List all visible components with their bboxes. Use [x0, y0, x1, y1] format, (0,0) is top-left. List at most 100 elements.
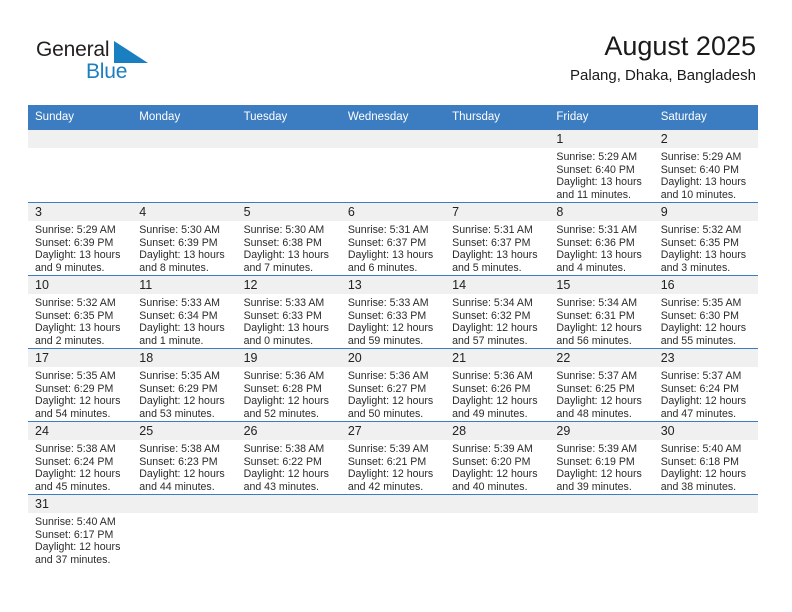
day-cell[interactable]: 13 Sunrise: 5:33 AM Sunset: 6:33 PM Dayligh… — [340, 276, 446, 348]
daylight-duration-line2: and 44 minutes. — [139, 480, 215, 493]
daylight-duration-line1: Daylight: 13 hours — [139, 322, 225, 335]
calendar-cell-day-21: 21 Sunrise: 5:36 AM Sunset: 6:26 PM Dayligh… — [445, 348, 550, 422]
day-cell[interactable]: 21 Sunrise: 5:36 AM Sunset: 6:26 PM Dayligh… — [445, 349, 550, 421]
day-cell[interactable]: 19 Sunrise: 5:36 AM Sunset: 6:28 PM Dayligh… — [236, 349, 341, 421]
sunrise-time: Sunrise: 5:29 AM — [556, 151, 638, 163]
logo-text-blue: Blue — [86, 60, 128, 83]
day-sun-info: Sunrise: 5:34 AM Sunset: 6:31 PM Daylight:… — [549, 294, 653, 347]
day-cell[interactable]: 9 Sunrise: 5:32 AM Sunset: 6:35 PM Daylight… — [653, 203, 758, 275]
day-cell[interactable]: 17 Sunrise: 5:35 AM Sunset: 6:29 PM Dayligh… — [28, 349, 133, 421]
day-cell[interactable]: 5 Sunrise: 5:30 AM Sunset: 6:38 PM Daylight… — [236, 203, 341, 275]
daylight-duration-line2: and 45 minutes. — [35, 480, 111, 493]
daylight-duration-line2: and 38 minutes. — [660, 480, 737, 493]
day-number: 18 — [132, 349, 237, 367]
day-number: 22 — [549, 349, 654, 367]
calendar-cell-day-29: 29 Sunrise: 5:39 AM Sunset: 6:19 PM Dayligh… — [549, 421, 654, 495]
day-sun-info: Sunrise: 5:33 AM Sunset: 6:33 PM Daylight:… — [237, 294, 341, 347]
day-cell[interactable]: 6 Sunrise: 5:31 AM Sunset: 6:37 PM Daylight… — [340, 203, 446, 275]
daylight-duration-line2: and 8 minutes. — [139, 261, 209, 274]
weekday-header-sunday: Sunday — [28, 105, 133, 130]
daylight-duration-line1: Daylight: 13 hours — [243, 249, 329, 262]
day-cell[interactable]: 25 Sunrise: 5:38 AM Sunset: 6:23 PM Dayligh… — [132, 422, 237, 494]
calendar-cell-day-11: 11 Sunrise: 5:33 AM Sunset: 6:34 PM Dayligh… — [132, 275, 237, 349]
calendar-cell-day-26: 26 Sunrise: 5:38 AM Sunset: 6:22 PM Dayligh… — [236, 421, 341, 495]
daylight-duration-line2: and 42 minutes. — [347, 480, 424, 493]
sunset-time: Sunset: 6:37 PM — [452, 236, 531, 249]
sunset-time: Sunset: 6:25 PM — [556, 382, 635, 395]
day-cell[interactable]: 22 Sunrise: 5:37 AM Sunset: 6:25 PM Dayligh… — [549, 349, 654, 421]
page-subtitle: Palang, Dhaka, Bangladesh — [570, 67, 756, 84]
day-cell[interactable]: 16 Sunrise: 5:35 AM Sunset: 6:30 PM Dayligh… — [653, 276, 758, 348]
day-cell[interactable]: 26 Sunrise: 5:38 AM Sunset: 6:22 PM Dayligh… — [236, 422, 341, 494]
calendar-cell-day-6: 6 Sunrise: 5:31 AM Sunset: 6:37 PM Daylight… — [340, 202, 446, 276]
daylight-duration-line2: and 55 minutes. — [660, 334, 737, 347]
logo-text-general: General — [36, 38, 110, 61]
calendar-cell-day-12: 12 Sunrise: 5:33 AM Sunset: 6:33 PM Dayligh… — [236, 275, 341, 349]
sunset-time: Sunset: 6:23 PM — [139, 455, 218, 468]
sunrise-time: Sunrise: 5:37 AM — [556, 370, 638, 382]
day-cell[interactable]: 2 Sunrise: 5:29 AM Sunset: 6:40 PM Daylight… — [653, 130, 758, 202]
empty-day-cell — [236, 130, 341, 202]
general-blue-logo[interactable]: General Blue — [36, 38, 196, 84]
calendar-week-row: 3 Sunrise: 5:29 AM Sunset: 6:39 PM Daylight… — [28, 202, 758, 276]
day-number-band — [236, 495, 341, 513]
day-cell[interactable]: 20 Sunrise: 5:36 AM Sunset: 6:27 PM Dayligh… — [340, 349, 446, 421]
calendar-cell-empty — [340, 129, 446, 203]
day-sun-info: Sunrise: 5:37 AM Sunset: 6:25 PM Daylight:… — [549, 367, 653, 420]
daylight-duration-line2: and 11 minutes. — [556, 188, 632, 201]
sunset-time: Sunset: 6:24 PM — [35, 455, 114, 468]
day-cell[interactable]: 8 Sunrise: 5:31 AM Sunset: 6:36 PM Daylight… — [549, 203, 654, 275]
page-title: August 2025 — [604, 31, 756, 61]
day-cell[interactable]: 28 Sunrise: 5:39 AM Sunset: 6:20 PM Dayligh… — [445, 422, 550, 494]
daylight-duration-line1: Daylight: 12 hours — [556, 468, 642, 481]
sunset-time: Sunset: 6:35 PM — [35, 309, 114, 322]
day-cell[interactable]: 18 Sunrise: 5:35 AM Sunset: 6:29 PM Dayligh… — [132, 349, 237, 421]
sunrise-time: Sunrise: 5:38 AM — [35, 443, 116, 455]
day-number: 12 — [236, 276, 341, 294]
day-cell[interactable]: 12 Sunrise: 5:33 AM Sunset: 6:33 PM Dayligh… — [236, 276, 341, 348]
day-sun-info: Sunrise: 5:39 AM Sunset: 6:19 PM Daylight:… — [549, 440, 653, 493]
calendar-week-row: 24 Sunrise: 5:38 AM Sunset: 6:24 PM Dayligh… — [28, 421, 758, 495]
calendar-cell-empty — [340, 494, 446, 568]
day-cell[interactable]: 23 Sunrise: 5:37 AM Sunset: 6:24 PM Dayligh… — [653, 349, 758, 421]
day-number: 7 — [445, 203, 550, 221]
day-cell[interactable]: 27 Sunrise: 5:39 AM Sunset: 6:21 PM Dayligh… — [340, 422, 446, 494]
sunrise-time: Sunrise: 5:32 AM — [35, 297, 116, 309]
day-cell[interactable]: 4 Sunrise: 5:30 AM Sunset: 6:39 PM Daylight… — [132, 203, 237, 275]
sunrise-time: Sunrise: 5:31 AM — [347, 224, 429, 236]
day-cell[interactable]: 10 Sunrise: 5:32 AM Sunset: 6:35 PM Dayligh… — [28, 276, 133, 348]
day-number: 10 — [28, 276, 133, 294]
day-cell[interactable]: 31 Sunrise: 5:40 AM Sunset: 6:17 PM Dayligh… — [28, 495, 133, 567]
day-cell[interactable]: 7 Sunrise: 5:31 AM Sunset: 6:37 PM Daylight… — [445, 203, 550, 275]
daylight-duration-line1: Daylight: 13 hours — [660, 249, 747, 262]
calendar-week-row: 17 Sunrise: 5:35 AM Sunset: 6:29 PM Dayligh… — [28, 348, 758, 422]
day-number: 13 — [340, 276, 446, 294]
calendar-cell-day-13: 13 Sunrise: 5:33 AM Sunset: 6:33 PM Dayligh… — [340, 275, 446, 349]
sunrise-time: Sunrise: 5:39 AM — [347, 443, 429, 455]
day-sun-info: Sunrise: 5:36 AM Sunset: 6:27 PM Daylight:… — [341, 367, 445, 420]
daylight-duration-line2: and 5 minutes. — [452, 261, 522, 274]
calendar-cell-day-16: 16 Sunrise: 5:35 AM Sunset: 6:30 PM Dayligh… — [653, 275, 758, 349]
day-cell[interactable]: 11 Sunrise: 5:33 AM Sunset: 6:34 PM Dayligh… — [132, 276, 237, 348]
daylight-duration-line1: Daylight: 13 hours — [139, 249, 225, 262]
day-sun-info: Sunrise: 5:29 AM Sunset: 6:40 PM Daylight:… — [654, 148, 758, 201]
day-number: 15 — [549, 276, 654, 294]
day-cell[interactable]: 30 Sunrise: 5:40 AM Sunset: 6:18 PM Dayligh… — [653, 422, 758, 494]
day-cell[interactable]: 3 Sunrise: 5:29 AM Sunset: 6:39 PM Daylight… — [28, 203, 133, 275]
day-sun-info: Sunrise: 5:39 AM Sunset: 6:20 PM Daylight:… — [445, 440, 549, 493]
day-sun-info: Sunrise: 5:38 AM Sunset: 6:22 PM Daylight:… — [237, 440, 341, 493]
sunset-time: Sunset: 6:34 PM — [139, 309, 218, 322]
day-number: 26 — [236, 422, 341, 440]
day-number: 1 — [549, 130, 654, 148]
day-sun-info: Sunrise: 5:30 AM Sunset: 6:38 PM Daylight:… — [237, 221, 341, 274]
day-cell[interactable]: 24 Sunrise: 5:38 AM Sunset: 6:24 PM Dayligh… — [28, 422, 133, 494]
day-cell[interactable]: 14 Sunrise: 5:34 AM Sunset: 6:32 PM Dayligh… — [445, 276, 550, 348]
day-cell[interactable]: 1 Sunrise: 5:29 AM Sunset: 6:40 PM Daylight… — [549, 130, 654, 202]
day-sun-info: Sunrise: 5:35 AM Sunset: 6:29 PM Daylight:… — [132, 367, 236, 420]
sunrise-time: Sunrise: 5:36 AM — [452, 370, 533, 382]
daylight-duration-line1: Daylight: 12 hours — [243, 468, 329, 481]
sunset-time: Sunset: 6:29 PM — [139, 382, 218, 395]
day-cell[interactable]: 15 Sunrise: 5:34 AM Sunset: 6:31 PM Dayligh… — [549, 276, 654, 348]
day-cell[interactable]: 29 Sunrise: 5:39 AM Sunset: 6:19 PM Dayligh… — [549, 422, 654, 494]
sunrise-time: Sunrise: 5:36 AM — [243, 370, 325, 382]
